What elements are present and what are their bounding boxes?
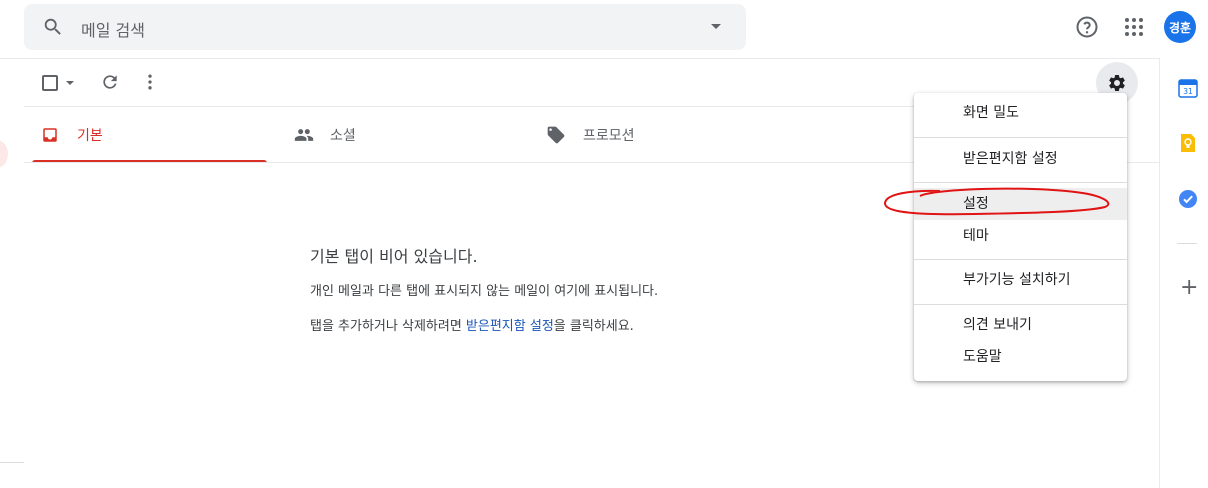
more-vert-icon[interactable] [140,72,160,92]
svg-text:31: 31 [1183,87,1193,96]
menu-item-send-feedback[interactable]: 의견 보내기 [914,309,1127,341]
header-divider [0,58,1159,59]
settings-menu: 화면 밀도 받은편지함 설정 설정 테마 부가기능 설치하기 의견 보내기 도움… [914,93,1127,381]
inbox-icon [43,128,57,142]
annotation-scribble [884,187,1110,216]
menu-separator [914,137,1127,138]
apps-grid-icon[interactable] [1122,15,1146,39]
keep-icon[interactable] [1178,133,1198,153]
tab-label: 소셜 [330,128,356,144]
gear-icon [1109,74,1125,91]
tab-promotions[interactable]: 프로모션 [543,107,783,163]
help-icon[interactable] [1075,15,1099,39]
empty-state-instruction: 탭을 추가하거나 삭제하려면 받은편지함 설정을 클릭하세요. [310,319,634,334]
menu-item-install-addons[interactable]: 부가기능 설치하기 [914,264,1127,296]
empty-state-title: 기본 탭이 비어 있습니다. [310,247,478,266]
search-input[interactable]: 메일 검색 [81,17,145,41]
empty-state-description: 개인 메일과 다른 탭에 표시되지 않는 메일이 여기에 표시됩니다. [310,284,659,299]
menu-separator [914,259,1127,260]
plus-icon[interactable]: + [1180,277,1198,299]
side-panel-separator [1177,243,1197,244]
avatar[interactable]: 경훈 [1164,11,1196,43]
people-icon [294,129,314,141]
menu-item-help[interactable]: 도움말 [914,341,1127,373]
tasks-icon[interactable] [1178,189,1198,209]
sidebar-edge-divider [0,462,24,463]
tab-primary[interactable]: 기본 [32,107,267,163]
tab-social[interactable]: 소셜 [290,107,530,163]
search-icon[interactable] [42,16,64,38]
tag-icon [547,126,565,144]
select-all-checkbox[interactable] [42,75,58,91]
side-panel-divider [1159,58,1160,488]
menu-item-density[interactable]: 화면 밀도 [914,97,1127,129]
menu-item-inbox-settings[interactable]: 받은편지함 설정 [914,143,1127,175]
refresh-icon[interactable] [100,72,120,92]
menu-separator [914,304,1127,305]
tab-label: 프로모션 [583,128,635,144]
caret-down-icon[interactable] [711,24,721,29]
menu-item-theme[interactable]: 테마 [914,220,1127,252]
tab-label: 기본 [77,128,103,144]
select-dropdown-icon[interactable] [66,81,74,85]
menu-separator [914,182,1127,183]
calendar-icon[interactable]: 31 [1178,78,1198,98]
sidebar-edge-highlight [0,140,8,168]
inbox-settings-link[interactable]: 받은편지함 설정 [466,319,554,334]
search-bar[interactable]: 메일 검색 [24,4,746,50]
